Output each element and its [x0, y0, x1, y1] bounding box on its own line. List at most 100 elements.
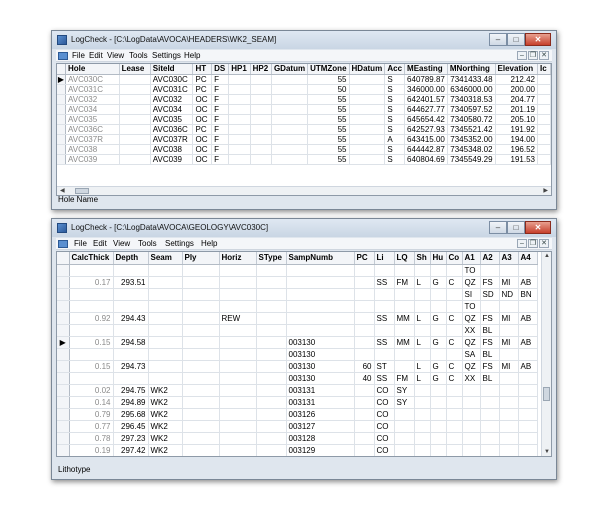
table-cell[interactable] [354, 420, 375, 433]
table-cell[interactable] [480, 432, 500, 445]
table-cell[interactable]: AVC032 [150, 94, 194, 105]
table-row[interactable]: AVC039 AVC039 OC F 55 S 640804.69 7345549.29 191… [57, 154, 551, 165]
row-selector[interactable] [57, 348, 70, 361]
table-cell[interactable]: QZ [462, 312, 481, 325]
table-cell[interactable]: AVC039 [65, 154, 120, 165]
table-cell[interactable]: 003127 [286, 420, 355, 433]
table-row[interactable]: 003130 SA BL [57, 348, 538, 361]
table-cell[interactable] [250, 154, 272, 165]
table-cell[interactable] [499, 300, 519, 313]
table-cell[interactable] [286, 264, 355, 277]
table-cell[interactable] [354, 336, 375, 349]
table-cell[interactable]: CO [374, 384, 395, 397]
table-row[interactable]: 0.17 293.51 SS FM L G C QZ FS MI AB [57, 276, 538, 289]
table-cell[interactable] [182, 360, 220, 373]
column-header[interactable]: HP1 [228, 64, 251, 75]
table-cell[interactable]: BL [480, 348, 500, 361]
table-row[interactable]: SI SD ND BN [57, 288, 538, 301]
table-cell[interactable] [354, 276, 375, 289]
column-header[interactable]: Hole [65, 64, 120, 75]
table-cell[interactable]: L [414, 276, 431, 289]
column-header[interactable]: Depth [113, 252, 149, 265]
table-row[interactable]: 0.19 297.42 WK2 003129 CO [57, 444, 538, 456]
table-cell[interactable] [286, 276, 355, 289]
maximize-icon[interactable]: □ [507, 221, 525, 234]
table-cell[interactable] [394, 420, 415, 433]
table-row[interactable]: AVC034 AVC034 OC F 55 S 644627.77 7340597.52 201… [57, 104, 551, 115]
table-cell[interactable] [182, 444, 220, 456]
table-cell[interactable]: SS [374, 372, 395, 385]
table-cell[interactable]: L [414, 372, 431, 385]
table-cell[interactable] [537, 94, 551, 105]
table-row[interactable]: 0.92 294.43 REW SS MM L G C QZ FS MI AB [57, 312, 538, 325]
table-cell[interactable] [374, 300, 395, 313]
table-cell[interactable]: 7345348.02 [447, 144, 496, 155]
table-cell[interactable] [374, 348, 395, 361]
table-cell[interactable]: 003130 [286, 360, 355, 373]
table-cell[interactable]: 640804.69 [404, 154, 448, 165]
table-cell[interactable]: 7341433.48 [447, 74, 496, 85]
table-cell[interactable] [256, 288, 287, 301]
column-header[interactable]: DS [211, 64, 230, 75]
table-cell[interactable] [250, 104, 272, 115]
table-cell[interactable]: AVC037R [65, 134, 120, 145]
menu-settings[interactable]: Settings [165, 239, 194, 248]
table-cell[interactable]: 643415.00 [404, 134, 448, 145]
table-cell[interactable]: 003131 [286, 396, 355, 409]
table-cell[interactable] [414, 420, 431, 433]
table-cell[interactable]: C [446, 360, 463, 373]
table-cell[interactable]: 50 [307, 84, 350, 95]
menu-help[interactable]: Help [201, 239, 217, 248]
table-cell[interactable] [219, 276, 257, 289]
table-cell[interactable] [113, 288, 149, 301]
table-cell[interactable]: QZ [462, 336, 481, 349]
table-cell[interactable] [430, 432, 447, 445]
table-cell[interactable] [394, 360, 415, 373]
table-cell[interactable] [256, 420, 287, 433]
table-cell[interactable]: 212.42 [495, 74, 538, 85]
table-cell[interactable] [518, 300, 538, 313]
table-cell[interactable] [354, 348, 375, 361]
table-cell[interactable] [119, 134, 151, 145]
table-cell[interactable] [354, 432, 375, 445]
table-cell[interactable]: QZ [462, 360, 481, 373]
table-cell[interactable] [394, 432, 415, 445]
scroll-right-icon[interactable]: ▶ [543, 187, 548, 194]
table-cell[interactable]: 346000.00 [404, 84, 448, 95]
table-cell[interactable]: AVC030C [65, 74, 120, 85]
row-selector[interactable] [57, 276, 70, 289]
table-cell[interactable]: REW [219, 312, 257, 325]
table-cell[interactable]: 003130 [286, 348, 355, 361]
table-cell[interactable] [349, 114, 386, 125]
table-cell[interactable] [69, 288, 114, 301]
table-cell[interactable] [182, 288, 220, 301]
table-cell[interactable]: 294.75 [113, 384, 149, 397]
menu-settings[interactable]: Settings [152, 51, 181, 60]
table-cell[interactable] [256, 336, 287, 349]
table-cell[interactable]: 003130 [286, 372, 355, 385]
table-cell[interactable]: AVC034 [65, 104, 120, 115]
table-cell[interactable]: WK2 [148, 444, 183, 456]
table-cell[interactable] [446, 348, 463, 361]
column-header[interactable]: A2 [480, 252, 500, 265]
table-cell[interactable]: MI [499, 276, 519, 289]
table-cell[interactable] [148, 312, 183, 325]
table-cell[interactable]: 296.45 [113, 420, 149, 433]
table-cell[interactable]: 204.77 [495, 94, 538, 105]
table-cell[interactable]: SD [480, 288, 500, 301]
table-cell[interactable] [354, 288, 375, 301]
table-cell[interactable] [219, 384, 257, 397]
table-cell[interactable] [182, 372, 220, 385]
column-header[interactable]: A4 [518, 252, 538, 265]
column-header[interactable]: Hu [430, 252, 447, 265]
column-header[interactable]: Co [446, 252, 463, 265]
table-cell[interactable]: 7340318.53 [447, 94, 496, 105]
table-cell[interactable] [148, 276, 183, 289]
table-cell[interactable] [271, 154, 309, 165]
current-row-arrow-icon[interactable]: ▶ [57, 74, 67, 85]
table-cell[interactable]: 003130 [286, 336, 355, 349]
menu-file[interactable]: File [74, 239, 87, 248]
table-cell[interactable] [219, 348, 257, 361]
table-cell[interactable] [462, 420, 481, 433]
table-cell[interactable] [148, 336, 183, 349]
